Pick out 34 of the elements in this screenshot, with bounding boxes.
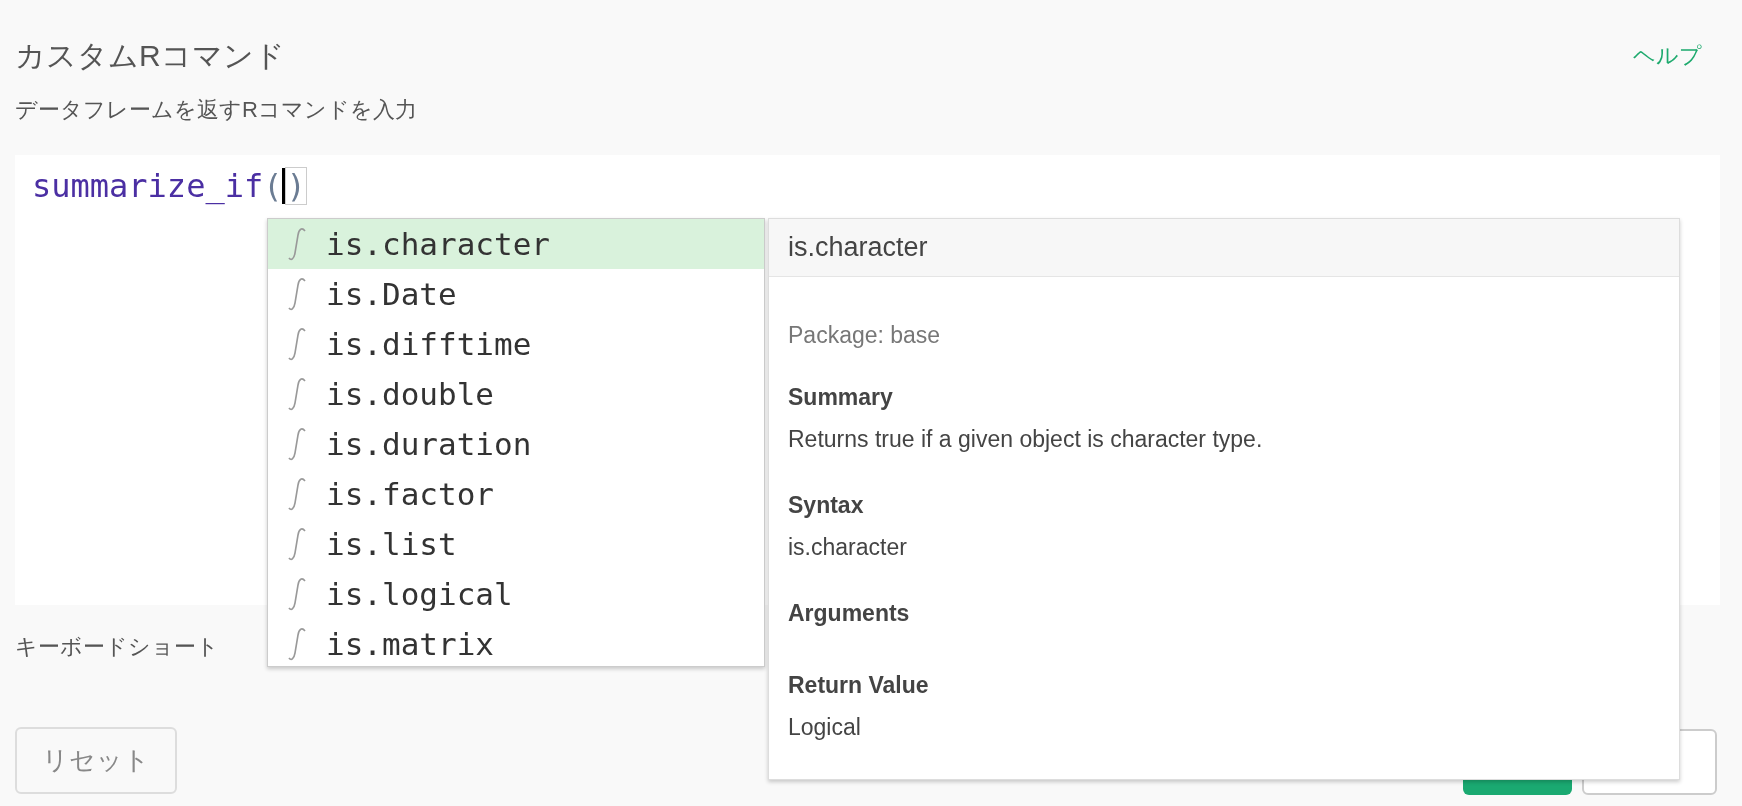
autocomplete-item[interactable]: is.factor — [268, 469, 764, 519]
matching-paren: ) — [285, 167, 307, 205]
doc-section-heading: Syntax — [788, 491, 865, 520]
shortcut-label: キーボードショート — [15, 633, 219, 661]
doc-title: is.character — [788, 231, 928, 265]
autocomplete-item[interactable]: is.character — [268, 219, 764, 269]
doc-section-body: Returns true if a given object is character type. — [788, 425, 1264, 454]
function-icon — [288, 577, 306, 611]
page-title: カスタムRコマンド — [15, 38, 285, 74]
subtitle: データフレームを返すRコマンドを入力 — [14, 96, 418, 124]
autocomplete-item[interactable]: is.difftime — [268, 319, 764, 369]
function-icon — [288, 427, 306, 461]
doc-section-heading: Return Value — [788, 671, 930, 700]
function-icon — [288, 627, 306, 661]
autocomplete-item[interactable]: is.matrix — [268, 619, 764, 666]
function-icon — [288, 477, 306, 511]
autocomplete-item[interactable]: is.logical — [268, 569, 764, 619]
text-cursor — [282, 168, 286, 204]
function-icon — [288, 377, 306, 411]
function-icon — [288, 527, 306, 561]
code-paren: ( — [263, 166, 283, 207]
doc-section-heading: Arguments — [788, 599, 911, 628]
autocomplete-item[interactable]: is.double — [268, 369, 764, 419]
autocomplete-item[interactable]: is.Date — [268, 269, 764, 319]
doc-section-heading: Summary — [788, 383, 894, 412]
doc-section-body: is.character — [788, 533, 908, 562]
doc-section-body: Logical — [788, 713, 862, 742]
function-icon — [288, 227, 306, 261]
function-icon — [288, 327, 306, 361]
autocomplete-item[interactable]: is.duration — [268, 419, 764, 469]
doc-package: Package: base — [788, 321, 942, 350]
code-function: summarize_if — [32, 166, 264, 207]
autocomplete-item[interactable]: is.list — [268, 519, 764, 569]
function-icon — [288, 277, 306, 311]
